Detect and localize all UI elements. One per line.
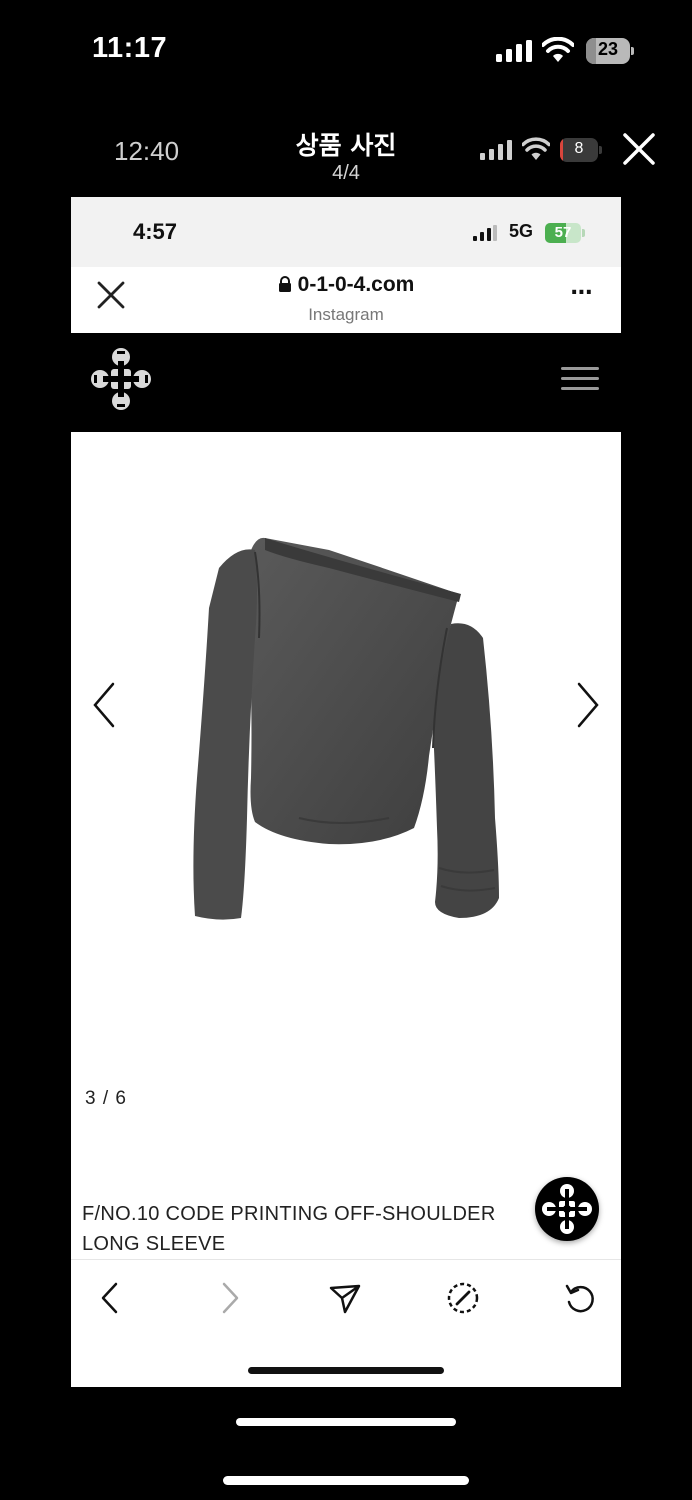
wifi-icon — [522, 137, 550, 160]
reload-icon[interactable] — [561, 1278, 601, 1318]
cellular-signal-icon — [473, 225, 497, 241]
home-indicator[interactable] — [223, 1476, 469, 1485]
cellular-signal-icon — [496, 40, 532, 62]
share-icon[interactable] — [325, 1278, 365, 1318]
browser-url-bar: 0-1-0-4.com Instagram ... — [71, 267, 621, 333]
battery-icon: 8 — [560, 138, 602, 162]
hamburger-menu-icon[interactable] — [561, 367, 599, 391]
viewer-home-indicator — [236, 1418, 456, 1426]
battery-level: 8 — [574, 140, 584, 157]
lock-icon — [278, 276, 291, 292]
url-text[interactable]: 0-1-0-4.com — [71, 273, 621, 297]
safari-compass-icon[interactable] — [443, 1278, 483, 1318]
battery-level: 23 — [597, 39, 619, 59]
battery-icon: 57 — [545, 223, 585, 243]
outer-status-bar: 11:17 23 — [0, 0, 692, 100]
product-title: F/NO.10 CODE PRINTING OFF-SHOULDER LONG … — [82, 1203, 496, 1255]
browser-subtitle: Instagram — [308, 305, 384, 324]
photo-counter: 4/4 — [332, 162, 360, 184]
product-screenshot: 4:57 5G 57 0-1-0-4.com Instagram ... 3 /… — [71, 197, 621, 1387]
chevron-right-icon[interactable] — [573, 680, 603, 730]
site-header — [71, 333, 621, 432]
product-photo — [193, 537, 499, 920]
photo-viewer-header: 12:40 상품 사진 4/4 8 — [0, 110, 692, 190]
network-type: 5G — [509, 221, 534, 241]
browser-toolbar — [71, 1259, 621, 1339]
url-domain: 0-1-0-4.com — [297, 273, 415, 296]
chat-bot-icon[interactable] — [535, 1177, 599, 1241]
battery-level: 57 — [554, 224, 572, 241]
slide-counter: 3 / 6 — [85, 1088, 127, 1109]
forward-arrow-icon[interactable] — [209, 1278, 249, 1318]
status-time: 11:17 — [92, 32, 168, 64]
screenshot-status-bar: 4:57 5G 57 — [71, 197, 621, 267]
close-icon[interactable] — [620, 130, 658, 168]
brand-logo-icon[interactable] — [91, 347, 151, 411]
more-options-icon[interactable]: ... — [567, 275, 595, 303]
wifi-icon — [542, 37, 574, 62]
cellular-signal-icon — [480, 140, 512, 160]
back-arrow-icon[interactable] — [91, 1278, 131, 1318]
screenshot-time: 4:57 — [133, 219, 178, 244]
home-indicator — [248, 1367, 444, 1374]
battery-icon: 23 — [586, 38, 634, 64]
product-gallery: 3 / 6 — [71, 432, 621, 1257]
chevron-left-icon[interactable] — [89, 680, 119, 730]
